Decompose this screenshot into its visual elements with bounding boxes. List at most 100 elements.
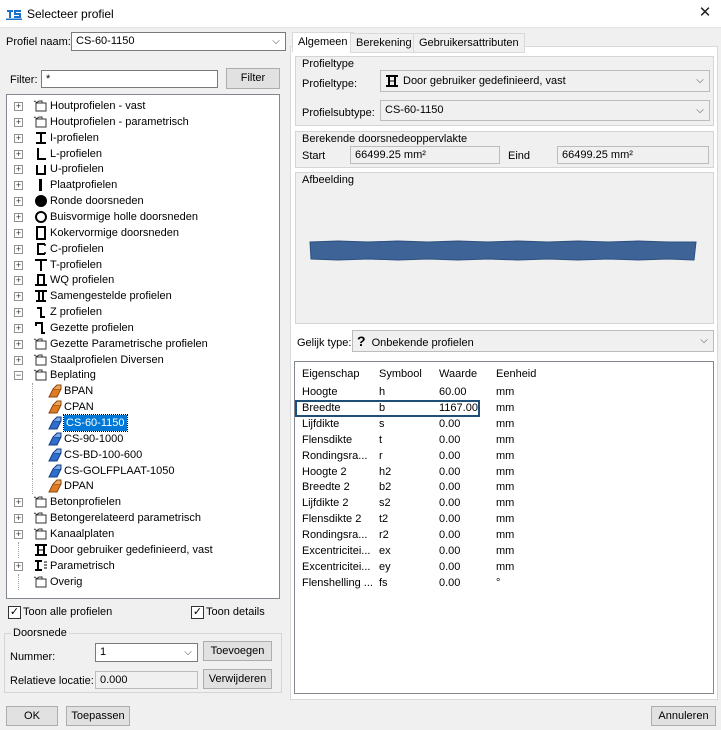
tree-item-label: CS-BD-100-600 (64, 448, 143, 461)
apply-button[interactable]: Toepassen (66, 706, 130, 726)
expand-icon[interactable]: + (14, 498, 23, 508)
expand-icon[interactable]: + (14, 323, 23, 333)
relative-location-field: 0.000 (95, 671, 198, 689)
filter-label: Filter: (10, 74, 38, 86)
property-row[interactable]: Breedte 2 b2 0.00 mm (295, 479, 695, 495)
wq-profile-icon (34, 273, 48, 287)
tab-calculation[interactable]: Berekening (350, 33, 418, 53)
equal-type-label: Gelijk type: (297, 337, 352, 349)
bent-profile-icon (34, 321, 48, 335)
property-unit: ° (496, 576, 501, 589)
orange-plate-icon (48, 479, 62, 493)
tree-line (32, 399, 33, 416)
expand-icon[interactable]: + (14, 529, 23, 539)
profile-name-dropdown[interactable]: CS-60-1150 ⌵ (71, 32, 286, 51)
close-icon[interactable]: ✕ (694, 3, 716, 23)
folder-icon (33, 368, 48, 382)
property-row[interactable]: Lijfdikte s 0.00 mm (295, 416, 695, 432)
filter-value: * (46, 73, 51, 85)
property-row[interactable]: Excentricitei... ey 0.00 mm (295, 559, 695, 575)
app-logo-icon (6, 7, 22, 20)
tree-item-label: Samengestelde profielen (50, 290, 172, 303)
number-dropdown[interactable]: 1 ⌵ (95, 643, 198, 662)
show-all-checkbox[interactable]: ✓ (8, 606, 21, 619)
tree-item-label: Gezette Parametrische profielen (50, 337, 208, 350)
property-symbol: h (379, 386, 386, 398)
expand-icon[interactable]: + (14, 561, 23, 571)
expand-icon[interactable]: + (14, 514, 23, 524)
show-details-checkbox[interactable]: ✓ (191, 606, 204, 619)
property-value: 0.00 (439, 417, 461, 430)
profile-name-value: CS-60-1150 (76, 35, 135, 47)
expand-icon[interactable]: + (14, 228, 23, 238)
property-unit: mm (496, 529, 515, 542)
property-symbol: t2 (379, 513, 389, 526)
expand-icon[interactable]: + (14, 355, 23, 365)
cancel-button[interactable]: Annuleren (651, 706, 716, 726)
expand-icon[interactable]: + (14, 165, 23, 175)
profile-type-dropdown[interactable]: Door gebruiker gedefinieerd, vast ⌵ (380, 70, 710, 92)
tree-item-label: Beplating (50, 369, 96, 382)
profile-type-label: Profieltype: (302, 78, 358, 90)
image-group-title: Afbeelding (302, 174, 354, 186)
expand-icon[interactable]: + (14, 133, 23, 143)
user-defined-icon (34, 543, 48, 557)
property-name: Rondingsra... (302, 529, 368, 542)
folder-icon (33, 337, 48, 351)
filter-button[interactable]: Filter (226, 68, 280, 89)
tree-item-label: Parametrisch (50, 559, 115, 572)
property-row[interactable]: Hoogte 2 h2 0.00 mm (295, 464, 695, 480)
u-profile-icon (34, 162, 48, 176)
equal-type-dropdown[interactable]: ? Onbekende profielen ⌵ (352, 330, 714, 352)
filter-input[interactable]: * (41, 70, 218, 88)
chevron-down-icon: ⌵ (184, 647, 192, 658)
property-value: 0.00 (439, 481, 461, 494)
property-symbol: fs (379, 576, 388, 589)
ok-button[interactable]: OK (6, 706, 58, 726)
property-name: Flensdikte 2 (302, 513, 362, 526)
property-value: 0.00 (439, 497, 461, 510)
expand-icon[interactable]: + (14, 308, 23, 318)
tab-user-attributes[interactable]: Gebruikersattributen (413, 33, 525, 53)
property-row[interactable]: Excentricitei... ex 0.00 mm (295, 543, 695, 559)
expand-icon[interactable]: + (14, 212, 23, 222)
collapse-icon[interactable]: − (14, 371, 23, 381)
remove-button[interactable]: Verwijderen (203, 669, 272, 689)
c-profile-icon (34, 242, 48, 256)
property-name: Lijfdikte (302, 417, 340, 430)
property-row[interactable]: Hoogte h 60.00 mm (295, 384, 695, 400)
property-row[interactable]: Rondingsra... r2 0.00 mm (295, 527, 695, 543)
profile-tree[interactable]: + Houtprofielen - vast + Houtprofielen - pa… (6, 94, 280, 599)
expand-icon[interactable]: + (14, 292, 23, 302)
property-row[interactable]: Flensdikte t 0.00 mm (295, 432, 695, 448)
property-row[interactable]: Flenshelling ... fs 0.00 ° (295, 575, 695, 591)
property-row[interactable]: Lijfdikte 2 s2 0.00 mm (295, 495, 695, 511)
expand-icon[interactable]: + (14, 149, 23, 159)
expand-icon[interactable]: + (14, 117, 23, 127)
l-profile-icon (34, 147, 48, 161)
area-group-title: Berekende doorsnedeoppervlakte (302, 133, 468, 145)
cross-section-group-title: Doorsnede (11, 627, 69, 639)
expand-icon[interactable]: + (14, 102, 23, 111)
folder-icon (33, 495, 48, 509)
number-label: Nummer: (10, 651, 56, 663)
start-area-field: 66499.25 mm² (350, 146, 500, 164)
expand-icon[interactable]: + (14, 244, 23, 254)
tab-general[interactable]: Algemeen (292, 32, 354, 53)
add-button[interactable]: Toevoegen (203, 641, 272, 661)
expand-icon[interactable]: + (14, 339, 23, 349)
expand-icon[interactable]: + (14, 197, 23, 207)
property-row[interactable]: Rondingsra... r 0.00 mm (295, 448, 695, 464)
tree-item-label: Kanaalplaten (50, 527, 115, 540)
property-symbol: ex (379, 545, 391, 557)
expand-icon[interactable]: + (14, 276, 23, 286)
property-symbol: r (379, 449, 383, 462)
property-name: Lijfdikte 2 (302, 497, 349, 510)
expand-icon[interactable]: + (14, 260, 23, 270)
property-unit: mm (496, 545, 515, 557)
profile-subtype-dropdown[interactable]: CS-60-1150 ⌵ (380, 100, 710, 121)
property-row[interactable]: Flensdikte 2 t2 0.00 mm (295, 511, 695, 527)
expand-icon[interactable]: + (14, 181, 23, 191)
blue-plate-icon (48, 448, 62, 462)
tree-line (32, 462, 33, 479)
